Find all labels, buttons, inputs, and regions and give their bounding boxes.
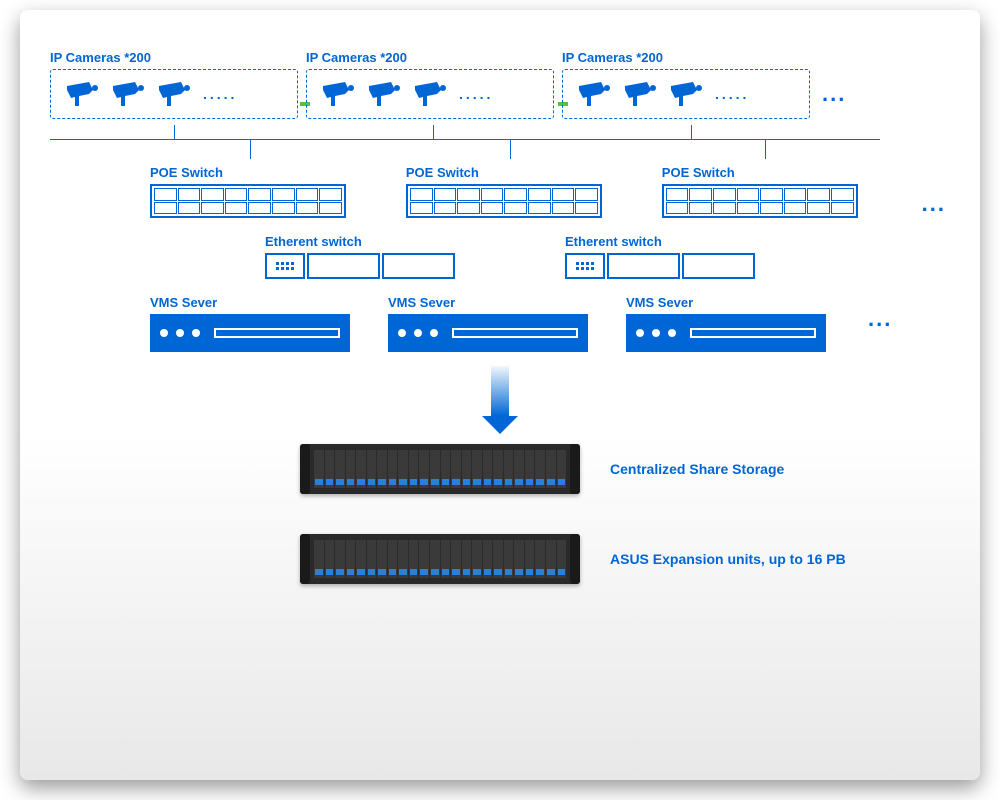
server-icon [626, 314, 826, 352]
ellipsis: ..... [203, 86, 237, 102]
camera-icon [669, 80, 705, 108]
camera-group-1: IP Cameras *200 ..... [50, 50, 298, 119]
vms-row: VMS Sever VMS Sever VMS Sever ... [150, 295, 950, 352]
camera-icon [321, 80, 357, 108]
camera-label: IP Cameras *200 [562, 50, 810, 65]
poe-icon [406, 184, 602, 218]
ethernet-label: Etherent switch [565, 234, 755, 249]
camera-group-2: IP Cameras *200 ..... [306, 50, 554, 119]
poe-switch-3: POE Switch [662, 165, 858, 218]
ethernet-row: Etherent switch Etherent switch [265, 234, 950, 279]
camera-box: ..... [306, 69, 554, 119]
architecture-diagram: IP Cameras *200 ..... IP Cameras *200 ..… [20, 10, 980, 780]
camera-icon [157, 80, 193, 108]
storage-shared-row: Centralized Share Storage [300, 444, 950, 494]
camera-icon [367, 80, 403, 108]
poe-switch-1: POE Switch [150, 165, 346, 218]
storage-rack-icon [300, 444, 580, 494]
ellipsis-more: ... [818, 81, 850, 107]
camera-box: ..... [562, 69, 810, 119]
connection-lines [50, 129, 950, 159]
storage-rack-icon [300, 534, 580, 584]
ethernet-icon [265, 253, 455, 279]
storage-label: Centralized Share Storage [610, 461, 784, 477]
poe-icon [662, 184, 858, 218]
ethernet-switch-2: Etherent switch [565, 234, 755, 279]
arrow-down-icon [482, 366, 518, 434]
camera-icon [413, 80, 449, 108]
ethernet-switch-1: Etherent switch [265, 234, 455, 279]
camera-icon [623, 80, 659, 108]
vms-server-3: VMS Sever [626, 295, 826, 352]
ethernet-label: Etherent switch [265, 234, 455, 249]
storage-label: ASUS Expansion units, up to 16 PB [610, 551, 846, 567]
ellipsis: ..... [459, 86, 493, 102]
poe-label: POE Switch [150, 165, 346, 180]
poe-label: POE Switch [406, 165, 602, 180]
poe-icon [150, 184, 346, 218]
camera-icon [111, 80, 147, 108]
camera-label: IP Cameras *200 [306, 50, 554, 65]
ellipsis-more: ... [864, 306, 896, 332]
vms-label: VMS Sever [388, 295, 588, 310]
camera-label: IP Cameras *200 [50, 50, 298, 65]
server-icon [150, 314, 350, 352]
vms-label: VMS Sever [150, 295, 350, 310]
server-icon [388, 314, 588, 352]
vms-label: VMS Sever [626, 295, 826, 310]
camera-icon [65, 80, 101, 108]
ellipsis: ..... [715, 86, 749, 102]
storage-expansion-row: ASUS Expansion units, up to 16 PB [300, 534, 950, 584]
vms-server-1: VMS Sever [150, 295, 350, 352]
camera-row: IP Cameras *200 ..... IP Cameras *200 ..… [50, 50, 950, 119]
vms-server-2: VMS Sever [388, 295, 588, 352]
poe-switch-2: POE Switch [406, 165, 602, 218]
camera-group-3: IP Cameras *200 ..... [562, 50, 810, 119]
poe-row: POE Switch POE Switch POE Switch ... [150, 165, 950, 218]
poe-label: POE Switch [662, 165, 858, 180]
ethernet-icon [565, 253, 755, 279]
camera-box: ..... [50, 69, 298, 119]
ellipsis-more: ... [918, 191, 950, 217]
camera-icon [577, 80, 613, 108]
